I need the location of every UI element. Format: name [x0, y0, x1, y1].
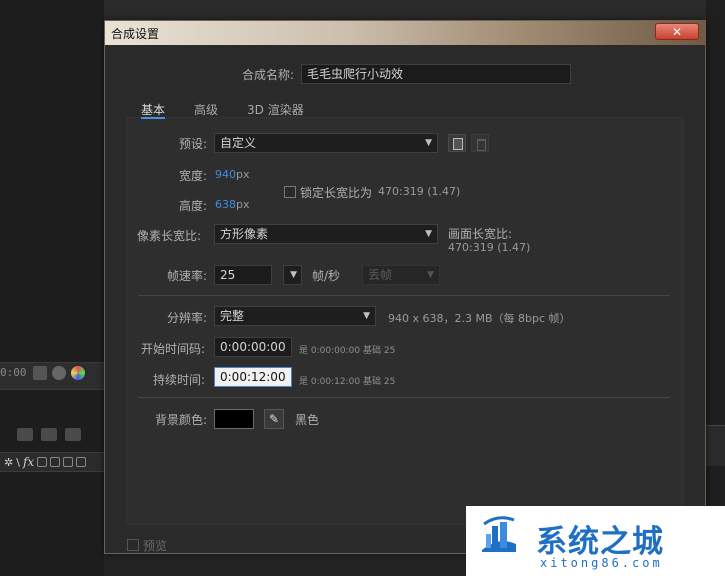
timeline-timecode[interactable]: 0:00 [0, 366, 27, 379]
camera-icon[interactable] [33, 366, 47, 380]
app-left-panel [0, 0, 104, 576]
start-timecode-label: 开始时间码: [141, 342, 206, 356]
height-label: 高度: [179, 199, 208, 213]
lock-aspect-checkbox[interactable] [284, 186, 296, 198]
bg-color-swatch[interactable] [214, 409, 254, 429]
timeline-tool-icons [33, 366, 85, 380]
dialog-titlebar[interactable]: 合成设置 ✕ [105, 21, 705, 45]
close-icon: ✕ [671, 25, 683, 39]
resolution-info: 940 x 638，2.3 MB（每 8bpc 帧） [388, 312, 571, 325]
watermark: 系统之城 xitong86.com [466, 506, 725, 576]
close-button[interactable]: ✕ [655, 23, 699, 40]
drop-frame-select[interactable]: 丢帧 ▼ [362, 265, 440, 285]
bg-color-name: 黑色 [295, 413, 320, 427]
new-page-icon [453, 138, 463, 150]
preset-value: 自定义 [220, 136, 257, 150]
frame-rate-input[interactable]: 25 [214, 265, 272, 285]
layer-switches-bar: ✲ \ fx [0, 452, 104, 472]
active-tab-indicator [141, 117, 165, 119]
resolution-label: 分辨率: [167, 311, 208, 325]
chevron-down-icon: ▼ [425, 138, 432, 148]
solo-switch-icon[interactable]: ✲ [4, 456, 13, 469]
resolution-select[interactable]: 完整 ▼ [214, 306, 376, 326]
color-wheel-icon[interactable] [71, 366, 85, 380]
duration-is: 是 0:00:12:00 [299, 377, 361, 387]
duration-label: 持续时间: [153, 373, 206, 387]
comp-name-label: 合成名称: [242, 68, 295, 82]
preview-label: 预览 [143, 539, 168, 553]
frame-aspect-label: 画面长宽比: [448, 227, 513, 241]
start-timecode-base: 基础 25 [363, 346, 396, 356]
frame-rate-dropdown[interactable]: ▼ [283, 265, 302, 285]
fx-icon[interactable]: fx [23, 455, 34, 469]
frame-rate-label: 帧速率: [167, 269, 208, 283]
chevron-down-icon: ▼ [290, 270, 297, 280]
start-timecode-is: 是 0:00:00:00 [299, 346, 361, 356]
width-value[interactable]: 940 [215, 168, 236, 181]
city-logo-icon [482, 516, 516, 552]
mask-icon[interactable] [52, 366, 66, 380]
right-panel-block [706, 425, 725, 466]
height-unit: px [236, 198, 250, 211]
resolution-value: 完整 [220, 309, 245, 323]
dialog-title: 合成设置 [111, 27, 160, 41]
shy-layer-icon[interactable] [17, 428, 33, 441]
watermark-brand: 系统之城 [536, 524, 664, 560]
frame-rate-unit: 帧/秒 [312, 269, 341, 283]
section-divider [138, 295, 670, 296]
frame-aspect-value: 470:319 (1.47) [448, 241, 531, 254]
eyedropper-icon: ✎ [268, 412, 280, 426]
section-divider [138, 397, 670, 398]
lock-aspect-label: 锁定长宽比为 [300, 186, 373, 200]
save-preset-button[interactable] [448, 134, 466, 152]
adjustment-switch-icon[interactable] [63, 457, 74, 467]
frame-blend-switch-icon[interactable] [37, 457, 48, 467]
pixel-aspect-label: 像素长宽比: [137, 229, 202, 243]
chevron-down-icon: ▼ [363, 311, 370, 321]
preset-label: 预设: [179, 137, 208, 151]
drop-frame-value: 丢帧 [368, 268, 393, 282]
dialog-body: 合成名称: 毛毛虫爬行小动效 基本 高级 3D 渲染器 预设: 自定义 ▼ 宽度… [105, 45, 705, 553]
duration-input[interactable]: 0:00:12:00 [214, 367, 292, 387]
pixel-aspect-value: 方形像素 [220, 227, 269, 241]
tab-3d-renderer[interactable]: 3D 渲染器 [247, 101, 304, 118]
motion-blur-switch-icon[interactable] [50, 457, 61, 467]
lock-aspect-ratio: 470:319 (1.47) [378, 185, 461, 198]
delete-preset-button[interactable] [471, 134, 489, 152]
tab-advanced[interactable]: 高级 [194, 101, 218, 118]
start-timecode-input[interactable]: 0:00:00:00 [214, 337, 292, 357]
eyedropper-button[interactable]: ✎ [264, 409, 284, 429]
trash-icon [477, 139, 486, 151]
preview-checkbox[interactable] [127, 539, 139, 551]
app-top-strip [0, 0, 725, 22]
quality-switch-icon[interactable]: \ [16, 456, 20, 469]
preset-select[interactable]: 自定义 ▼ [214, 133, 438, 153]
width-unit: px [236, 168, 250, 181]
timeline-layer-icons [17, 428, 81, 441]
duration-base: 基础 25 [363, 377, 396, 387]
3d-layer-switch-icon[interactable] [76, 457, 87, 467]
chevron-down-icon: ▼ [427, 270, 434, 280]
app-right-panel [706, 0, 725, 576]
composition-settings-dialog: 合成设置 ✕ 合成名称: 毛毛虫爬行小动效 基本 高级 3D 渲染器 预设: 自… [104, 20, 706, 554]
comp-name-input[interactable]: 毛毛虫爬行小动效 [301, 64, 571, 84]
pixel-aspect-select[interactable]: 方形像素 ▼ [214, 224, 438, 244]
chevron-down-icon: ▼ [425, 229, 432, 239]
width-label: 宽度: [179, 169, 208, 183]
watermark-url: xitong86.com [540, 556, 663, 570]
bg-color-label: 背景颜色: [155, 413, 208, 427]
frame-blend-icon[interactable] [41, 428, 57, 441]
tab-basic[interactable]: 基本 [141, 101, 165, 118]
motion-blur-icon[interactable] [65, 428, 81, 441]
height-value[interactable]: 638 [215, 198, 236, 211]
